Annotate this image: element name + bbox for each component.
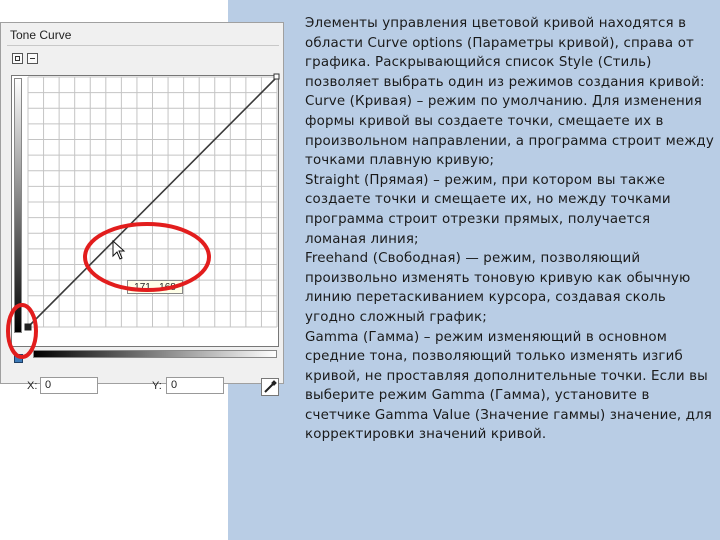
y-input[interactable]: 0 (166, 377, 224, 394)
cursor-arrow-icon (112, 239, 126, 260)
description-text: Элементы управления цветовой кривой нахо… (305, 14, 715, 445)
y-label: Y: (152, 380, 162, 392)
point-marker-icon[interactable] (14, 354, 23, 363)
x-input[interactable]: 0 (40, 377, 98, 394)
x-label: X: (27, 380, 38, 392)
eyedropper-icon[interactable] (261, 378, 279, 396)
curve-start-point[interactable] (24, 323, 32, 331)
slide: Tone Curve 171 , 168 X: 0 Y: 0 Элементы … (0, 0, 720, 540)
curve-graph[interactable] (1, 23, 285, 385)
description-paragraph: Элементы управления цветовой кривой нахо… (305, 16, 714, 443)
coordinate-tooltip: 171 , 168 (127, 280, 183, 294)
curve-end-point[interactable] (273, 73, 280, 80)
tone-curve-window: Tone Curve 171 , 168 X: 0 Y: 0 (0, 22, 285, 396)
